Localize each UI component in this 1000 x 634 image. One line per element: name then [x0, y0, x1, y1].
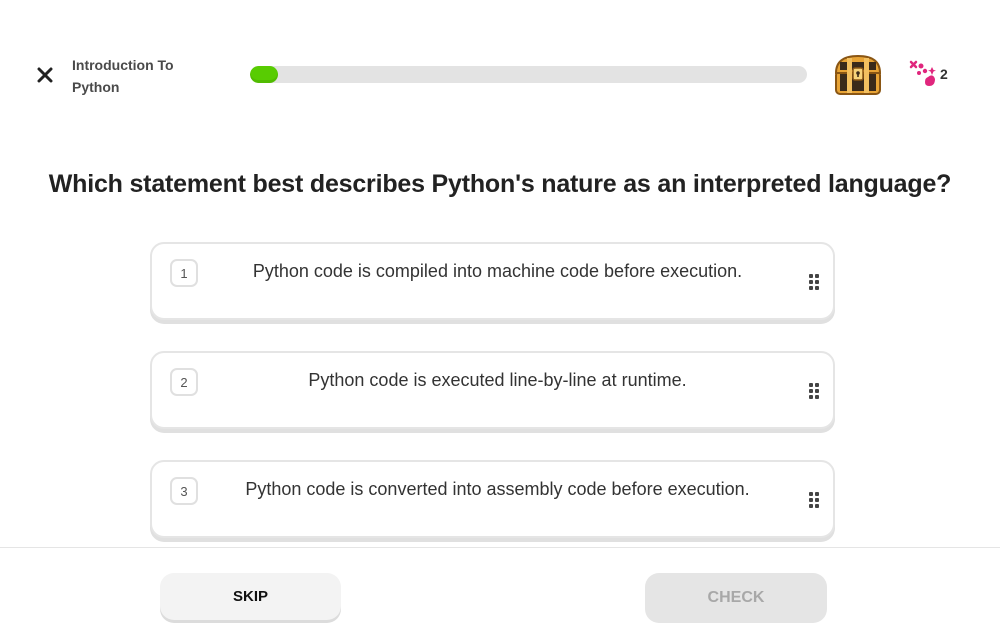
skip-button[interactable]: SKIP [160, 573, 341, 620]
option-2[interactable]: 2 Python code is executed line-by-line a… [150, 351, 835, 429]
option-1[interactable]: 1 Python code is compiled into machine c… [150, 242, 835, 320]
option-number: 1 [170, 259, 198, 287]
check-button[interactable]: CHECK [645, 573, 827, 623]
option-text: Python code is executed line-by-line at … [308, 370, 687, 390]
option-3[interactable]: 3 Python code is converted into assembly… [150, 460, 835, 538]
lesson-title: Introduction To Python [72, 57, 174, 95]
drag-handle-icon[interactable] [809, 383, 819, 399]
option-number: 3 [170, 477, 198, 505]
close-icon [37, 67, 53, 83]
progress-bar [250, 66, 807, 83]
drag-handle-icon[interactable] [809, 492, 819, 508]
gems-icon [909, 60, 936, 86]
footer-divider [0, 547, 1000, 548]
gems-count: 2 [940, 66, 948, 82]
close-button[interactable] [34, 64, 56, 86]
option-number: 2 [170, 368, 198, 396]
option-text: Python code is converted into assembly c… [245, 479, 750, 499]
gems-counter: 2 [908, 59, 948, 89]
treasure-chest-button[interactable] [833, 53, 883, 96]
drag-handle-icon[interactable] [809, 274, 819, 290]
treasure-chest-icon [834, 54, 882, 95]
question-text: Which statement best describes Python's … [48, 170, 952, 198]
lesson-page: Introduction To Python 2 Which statement… [0, 0, 1000, 634]
progress-fill [250, 66, 278, 83]
option-text: Python code is compiled into machine cod… [252, 261, 743, 281]
